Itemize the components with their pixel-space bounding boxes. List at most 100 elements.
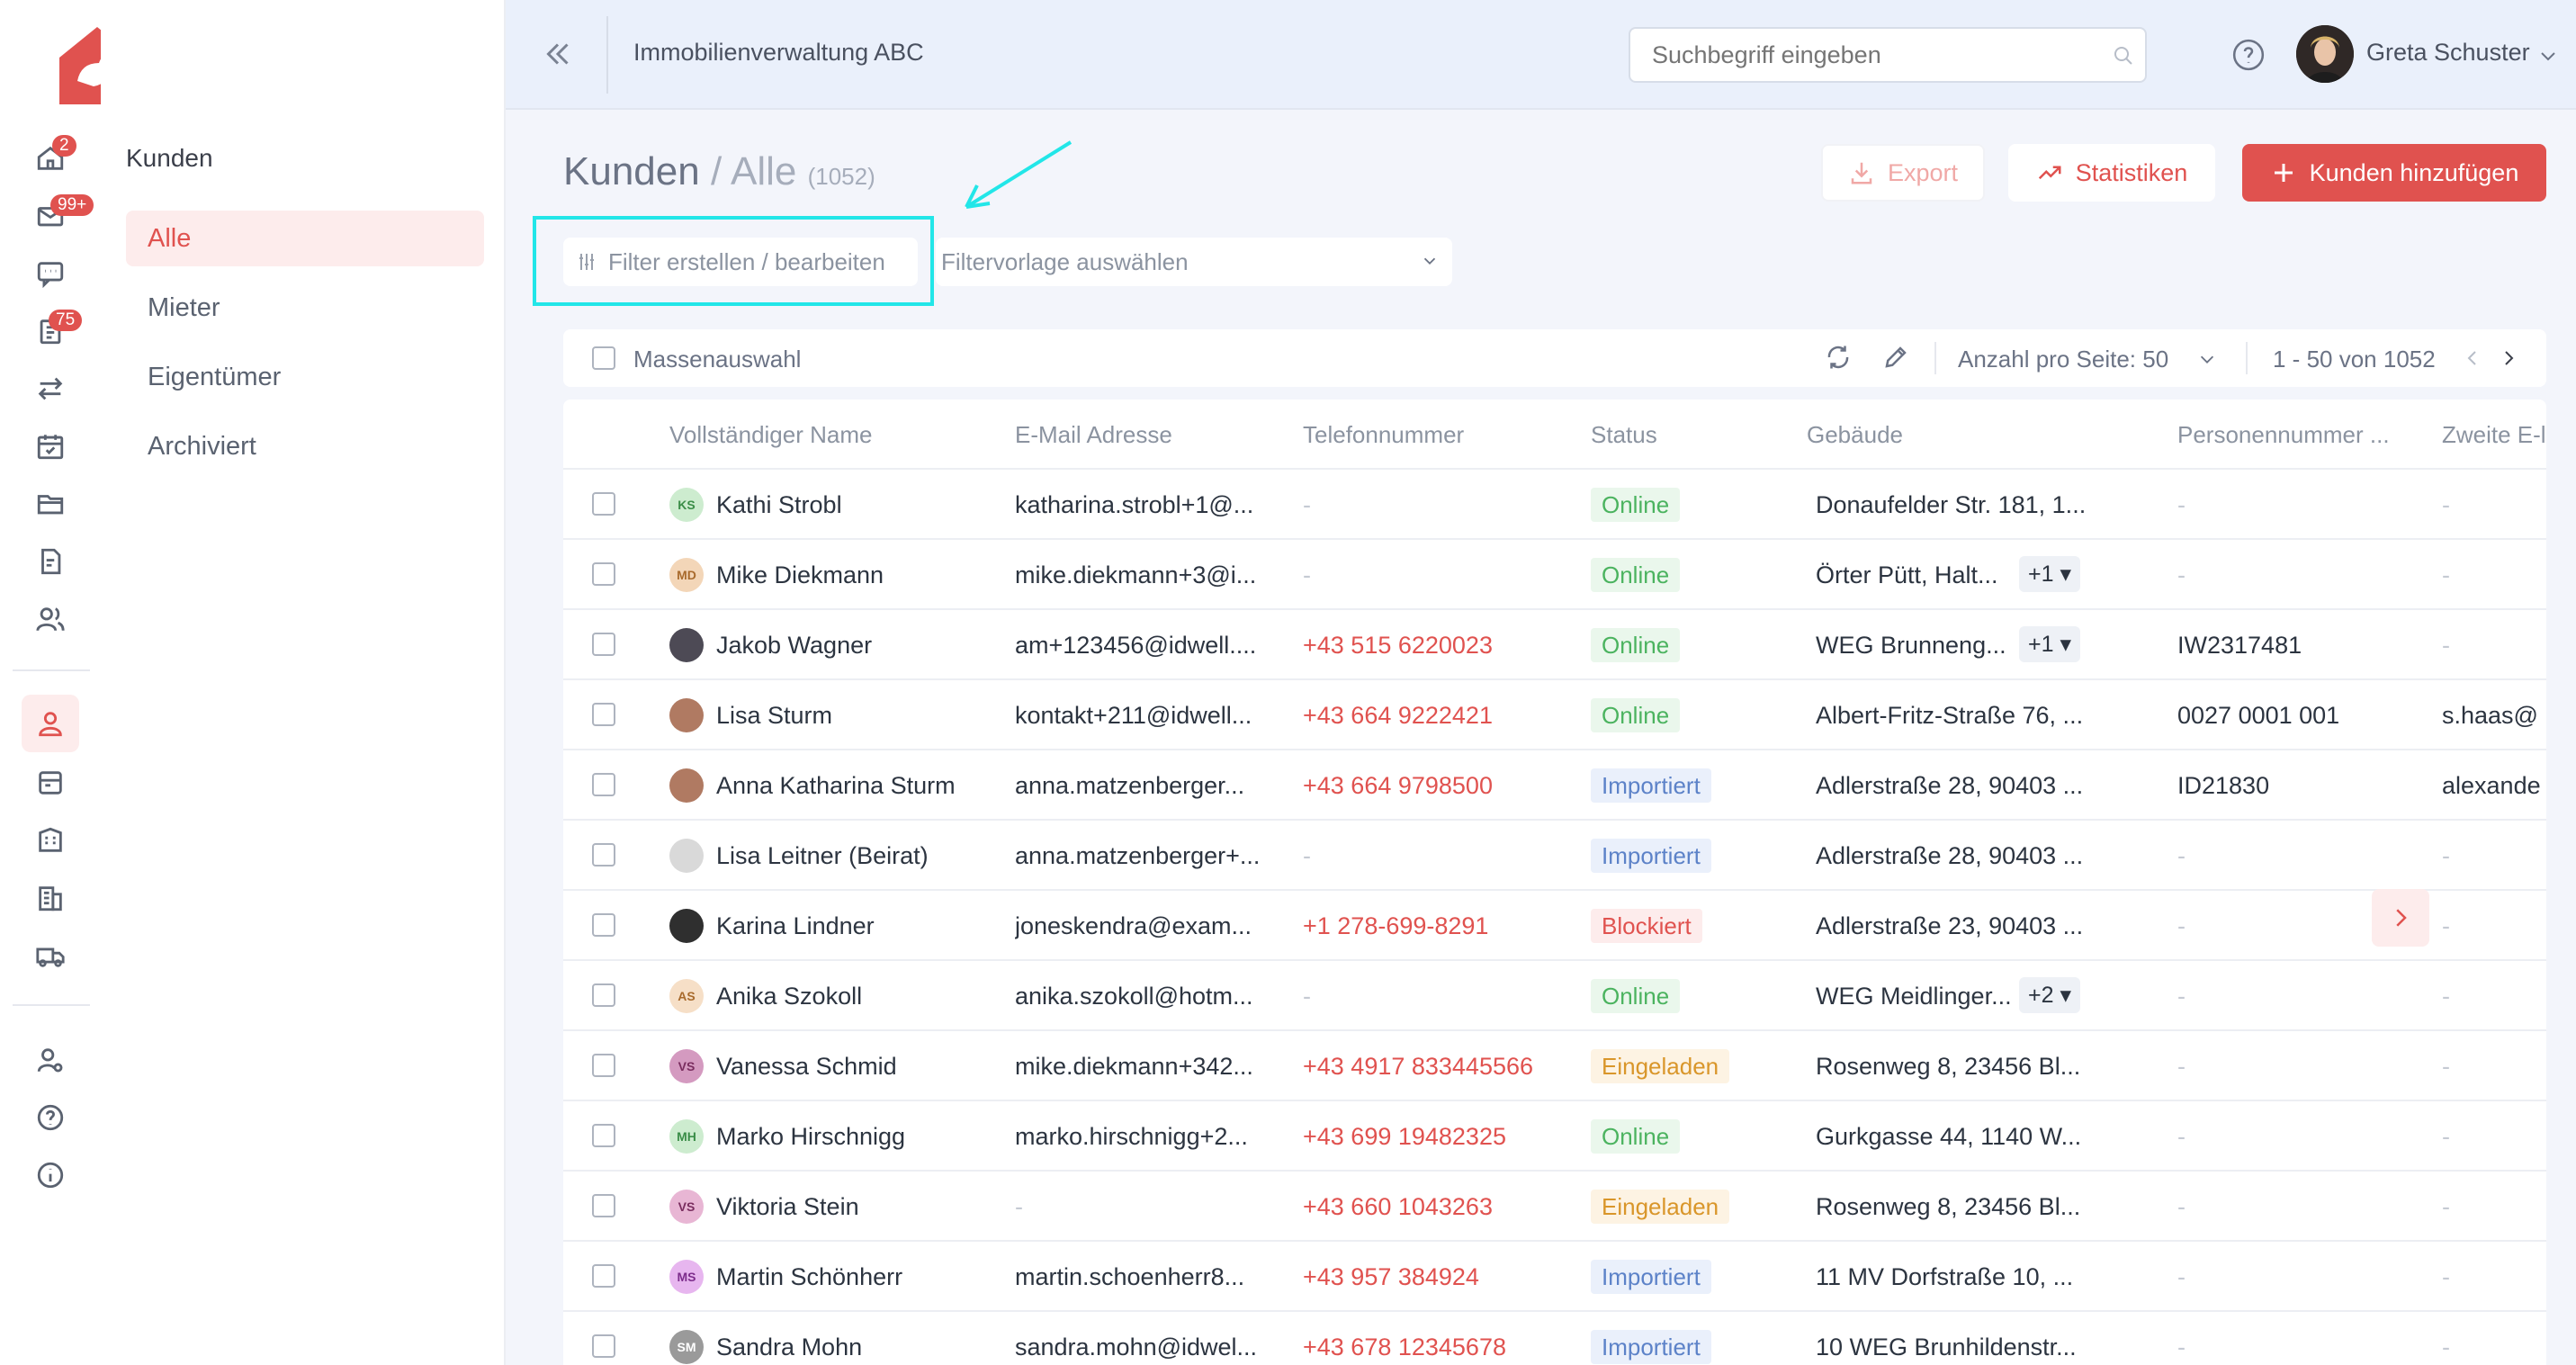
chevron-down-icon[interactable] (2537, 45, 2559, 67)
info-icon[interactable] (34, 1159, 67, 1191)
filter-edit-button[interactable]: Filter erstellen / bearbeiten (563, 238, 918, 286)
table-row[interactable]: Lisa Sturm kontakt+211@idwell... +43 664 9… (563, 680, 2546, 750)
search-input[interactable] (1629, 27, 2147, 83)
column-header-phone[interactable]: Telefonnummer (1303, 421, 1464, 449)
chevron-left-icon[interactable] (2462, 347, 2483, 369)
column-header-name[interactable]: Vollständiger Name (669, 421, 872, 449)
calendar-icon[interactable] (34, 430, 67, 462)
customer-name[interactable]: Marko Hirschnigg (716, 1123, 1004, 1151)
search-icon[interactable] (2113, 45, 2134, 67)
customer-name[interactable]: Martin Schönherr (716, 1263, 1004, 1291)
per-page-control[interactable]: Anzahl pro Seite: 50 (1958, 346, 2168, 373)
row-checkbox[interactable] (592, 843, 615, 867)
edit-icon[interactable] (1882, 344, 1909, 371)
chat-icon[interactable] (34, 257, 67, 290)
company-name[interactable]: Immobilienverwaltung ABC (633, 39, 924, 67)
customer-name[interactable]: Sandra Mohn (716, 1334, 1004, 1361)
user-name[interactable]: Greta Schuster (2366, 39, 2530, 67)
transfer-icon[interactable] (34, 373, 67, 405)
customer-phone[interactable]: +43 660 1043263 (1303, 1193, 1573, 1221)
table-row[interactable]: KS Kathi Strobl katharina.strobl+1@... - Onl… (563, 470, 2546, 540)
customer-name[interactable]: Anika Szokoll (716, 983, 1004, 1010)
refresh-icon[interactable] (1825, 344, 1852, 371)
folder-icon[interactable] (34, 488, 67, 520)
row-checkbox[interactable] (592, 633, 615, 656)
column-header-person-number[interactable]: Personennummer ... (2177, 421, 2390, 449)
column-header-email[interactable]: E-Mail Adresse (1015, 421, 1172, 449)
row-checkbox[interactable] (592, 983, 615, 1007)
row-checkbox[interactable] (592, 492, 615, 516)
customer-phone[interactable]: +43 515 6220023 (1303, 632, 1573, 660)
customer-name[interactable]: Lisa Leitner (Beirat) (716, 842, 1004, 870)
customer-phone[interactable]: +43 957 384924 (1303, 1263, 1573, 1291)
row-checkbox[interactable] (592, 562, 615, 586)
contacts-icon[interactable] (34, 603, 67, 635)
column-header-building[interactable]: Gebäude (1807, 421, 1903, 449)
column-header-second-email[interactable]: Zweite E-l (2442, 421, 2546, 449)
document-icon[interactable] (34, 545, 67, 578)
filter-template-select[interactable]: Filtervorlage auswählen (936, 238, 1452, 286)
customer-name[interactable]: Anna Katharina Sturm (716, 772, 1004, 800)
customer-name[interactable]: Jakob Wagner (716, 632, 1004, 660)
chevron-down-icon[interactable] (2197, 349, 2217, 369)
customer-name[interactable]: Kathi Strobl (716, 491, 1004, 519)
customer-name[interactable]: Mike Diekmann (716, 561, 1004, 589)
table-row[interactable]: Anna Katharina Sturm anna.matzenberger...… (563, 750, 2546, 821)
scroll-right-button[interactable] (2372, 889, 2429, 947)
customer-phone[interactable]: +1 278-699-8291 (1303, 912, 1573, 940)
statistics-button[interactable]: Statistiken (2008, 144, 2215, 202)
table-row[interactable]: AS Anika Szokoll anika.szokoll@hotm... - Onl… (563, 961, 2546, 1031)
table-row[interactable]: VS Viktoria Stein - +43 660 1043263 Eingelad… (563, 1172, 2546, 1242)
collapse-sidebar-icon[interactable] (542, 38, 574, 70)
table-row[interactable]: SM Sandra Mohn sandra.mohn@idwel... +43 678… (563, 1312, 2546, 1365)
customer-phone[interactable]: - (1303, 983, 1573, 1010)
more-buildings-chip[interactable]: +2 ▾ (2019, 977, 2080, 1013)
customers-icon[interactable] (22, 695, 79, 752)
row-checkbox[interactable] (592, 1264, 615, 1288)
help-icon[interactable] (2231, 38, 2266, 72)
customer-phone[interactable]: - (1303, 491, 1573, 519)
customer-phone[interactable]: +43 699 19482325 (1303, 1123, 1573, 1151)
row-checkbox[interactable] (592, 1054, 615, 1077)
user-settings-icon[interactable] (34, 1044, 67, 1076)
customer-name[interactable]: Vanessa Schmid (716, 1053, 1004, 1081)
subnav-item-alle[interactable]: Alle (126, 211, 484, 266)
subnav-item-eigentuemer[interactable]: Eigentümer (126, 349, 484, 405)
more-buildings-chip[interactable]: +1 ▾ (2019, 626, 2080, 662)
add-customer-button[interactable]: Kunden hinzufügen (2242, 144, 2546, 202)
more-buildings-chip[interactable]: +1 ▾ (2019, 556, 2080, 592)
customer-name[interactable]: Lisa Sturm (716, 702, 1004, 730)
user-avatar[interactable] (2296, 25, 2354, 83)
chevron-right-icon[interactable] (2498, 347, 2519, 369)
customer-phone[interactable]: +43 4917 833445566 (1303, 1053, 1573, 1081)
row-checkbox[interactable] (592, 913, 615, 937)
customer-phone[interactable]: +43 664 9222421 (1303, 702, 1573, 730)
customer-phone[interactable]: - (1303, 842, 1573, 870)
table-row[interactable]: Karina Lindner joneskendra@exam... +1 278-… (563, 891, 2546, 961)
export-button[interactable]: Export (1821, 144, 1985, 202)
table-row[interactable]: MH Marko Hirschnigg marko.hirschnigg+2... +… (563, 1101, 2546, 1172)
property-icon[interactable] (34, 824, 67, 857)
truck-icon[interactable] (34, 939, 67, 972)
customer-phone[interactable]: - (1303, 561, 1573, 589)
subnav-item-archiviert[interactable]: Archiviert (126, 418, 484, 474)
column-header-status[interactable]: Status (1591, 421, 1657, 449)
mass-select-checkbox[interactable] (592, 346, 615, 370)
customer-phone[interactable]: +43 664 9798500 (1303, 772, 1573, 800)
customer-name[interactable]: Viktoria Stein (716, 1193, 1004, 1221)
table-row[interactable]: VS Vanessa Schmid mike.diekmann+342... +43 … (563, 1031, 2546, 1101)
customer-name[interactable]: Karina Lindner (716, 912, 1004, 940)
table-row[interactable]: Lisa Leitner (Beirat) anna.matzenberger+.… (563, 821, 2546, 891)
buildings-icon[interactable] (34, 882, 67, 914)
billing-icon[interactable] (34, 767, 67, 799)
row-checkbox[interactable] (592, 1124, 615, 1147)
row-checkbox[interactable] (592, 773, 615, 796)
row-checkbox[interactable] (592, 1334, 615, 1358)
mass-select-label[interactable]: Massenauswahl (633, 346, 801, 373)
table-row[interactable]: MD Mike Diekmann mike.diekmann+3@i... - Onli… (563, 540, 2546, 610)
row-checkbox[interactable] (592, 1194, 615, 1217)
subnav-item-mieter[interactable]: Mieter (126, 280, 484, 336)
table-row[interactable]: MS Martin Schönherr martin.schoenherr8... +… (563, 1242, 2546, 1312)
customer-phone[interactable]: +43 678 12345678 (1303, 1334, 1573, 1361)
row-checkbox[interactable] (592, 703, 615, 726)
